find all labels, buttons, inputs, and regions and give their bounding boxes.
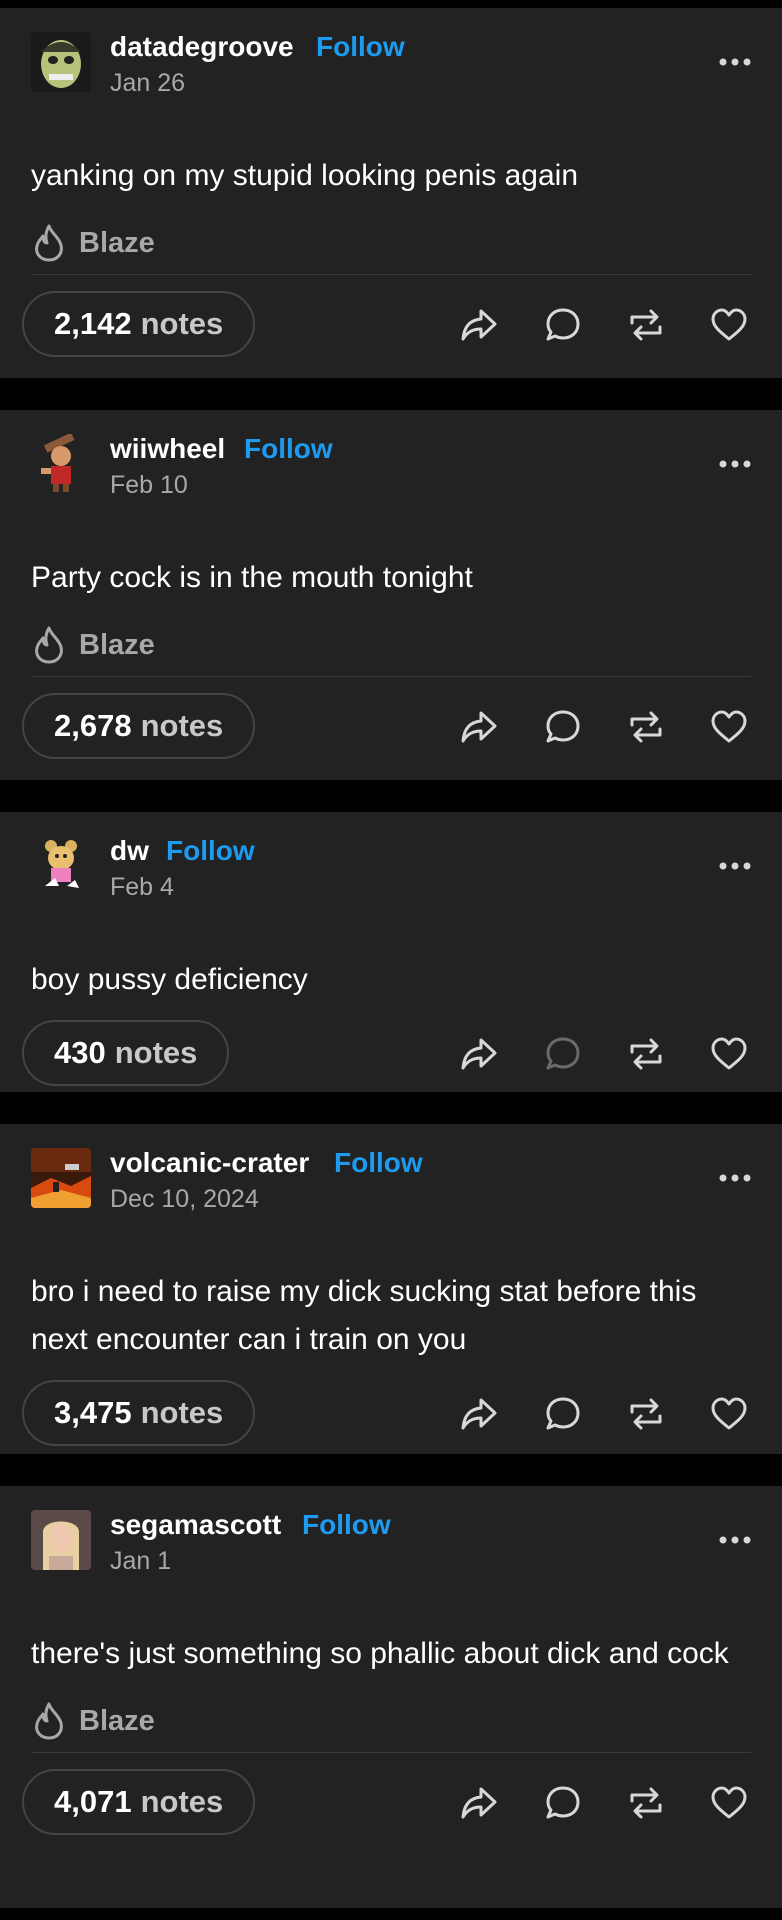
flame-icon bbox=[35, 1702, 63, 1740]
reblog-icon[interactable] bbox=[626, 1783, 666, 1823]
username[interactable]: wiiwheel bbox=[110, 432, 225, 466]
post-footer: 4,071 notes bbox=[0, 1753, 782, 1857]
post-card: datadegroove Follow Jan 26 yanking on my… bbox=[0, 8, 782, 378]
share-arrow-icon[interactable] bbox=[459, 305, 499, 345]
notes-button[interactable]: 3,475 notes bbox=[22, 1380, 256, 1446]
post-header: volcanic-crater Follow Dec 10, 2024 bbox=[0, 1124, 782, 1220]
reblog-icon[interactable] bbox=[626, 305, 666, 345]
post-header: wiiwheel Follow Feb 10 bbox=[0, 410, 782, 506]
more-options-icon[interactable] bbox=[718, 1168, 752, 1188]
post-date: Feb 10 bbox=[110, 471, 188, 499]
notes-count: 3,475 bbox=[54, 1395, 132, 1430]
follow-button[interactable]: Follow bbox=[166, 834, 255, 868]
notes-label: notes bbox=[140, 306, 224, 341]
post-card: wiiwheel Follow Feb 10 Party cock is in … bbox=[0, 410, 782, 780]
more-options-icon[interactable] bbox=[718, 454, 752, 474]
follow-button[interactable]: Follow bbox=[244, 432, 333, 466]
post-text: bro i need to raise my dick sucking stat… bbox=[31, 1275, 697, 1356]
avatar[interactable] bbox=[31, 32, 91, 92]
post-footer: 3,475 notes bbox=[0, 1364, 782, 1468]
flame-icon bbox=[35, 224, 63, 262]
post-text: there's just something so phallic about … bbox=[31, 1637, 729, 1670]
avatar[interactable] bbox=[31, 1510, 91, 1570]
share-arrow-icon[interactable] bbox=[459, 1783, 499, 1823]
blaze-label: Blaze bbox=[79, 1704, 155, 1737]
post-card: dw Follow Feb 4 boy pussy deficiency 430… bbox=[0, 812, 782, 1092]
share-arrow-icon[interactable] bbox=[459, 1034, 499, 1074]
avatar[interactable] bbox=[31, 1148, 91, 1208]
flame-icon bbox=[35, 626, 63, 664]
notes-button[interactable]: 430 notes bbox=[22, 1020, 230, 1086]
post-header: datadegroove Follow Jan 26 bbox=[0, 8, 782, 104]
heart-icon[interactable] bbox=[709, 305, 749, 345]
follow-button[interactable]: Follow bbox=[334, 1146, 423, 1180]
heart-icon[interactable] bbox=[709, 1783, 749, 1823]
notes-count: 2,142 bbox=[54, 306, 132, 341]
follow-button[interactable]: Follow bbox=[316, 30, 405, 64]
post-date: Dec 10, 2024 bbox=[110, 1185, 259, 1213]
reblog-icon[interactable] bbox=[626, 1034, 666, 1074]
follow-button[interactable]: Follow bbox=[302, 1508, 391, 1542]
avatar[interactable] bbox=[31, 434, 91, 494]
notes-count: 2,678 bbox=[54, 708, 132, 743]
username[interactable]: datadegroove bbox=[110, 30, 294, 64]
share-arrow-icon[interactable] bbox=[459, 707, 499, 747]
post-footer: 2,142 notes bbox=[0, 275, 782, 379]
avatar[interactable] bbox=[31, 836, 91, 896]
username[interactable]: dw bbox=[110, 834, 149, 868]
blaze-row[interactable]: Blaze bbox=[31, 614, 751, 677]
more-options-icon[interactable] bbox=[718, 52, 752, 72]
blaze-label: Blaze bbox=[79, 226, 155, 259]
share-arrow-icon[interactable] bbox=[459, 1394, 499, 1434]
username[interactable]: volcanic-crater bbox=[110, 1146, 309, 1180]
speech-bubble-icon[interactable] bbox=[543, 305, 583, 345]
post-date: Feb 4 bbox=[110, 873, 174, 901]
post-header: dw Follow Feb 4 bbox=[0, 812, 782, 908]
more-options-icon[interactable] bbox=[718, 1530, 752, 1550]
post-footer: 2,678 notes bbox=[0, 677, 782, 781]
speech-bubble-icon[interactable] bbox=[543, 1394, 583, 1434]
post-date: Jan 1 bbox=[110, 1547, 172, 1575]
notes-button[interactable]: 4,071 notes bbox=[22, 1769, 256, 1835]
heart-icon[interactable] bbox=[709, 1394, 749, 1434]
heart-icon[interactable] bbox=[709, 1034, 749, 1074]
speech-bubble-icon[interactable] bbox=[543, 707, 583, 747]
heart-icon[interactable] bbox=[709, 707, 749, 747]
more-options-icon[interactable] bbox=[718, 856, 752, 876]
speech-bubble-icon[interactable] bbox=[543, 1783, 583, 1823]
notes-count: 430 bbox=[54, 1035, 106, 1070]
blaze-label: Blaze bbox=[79, 628, 155, 661]
notes-label: notes bbox=[114, 1035, 198, 1070]
post-text: boy pussy deficiency bbox=[31, 963, 308, 996]
blaze-row[interactable]: Blaze bbox=[31, 212, 751, 275]
notes-button[interactable]: 2,678 notes bbox=[22, 693, 256, 759]
notes-label: notes bbox=[140, 708, 224, 743]
dashboard-feed: datadegroove Follow Jan 26 yanking on my… bbox=[0, 0, 782, 1908]
notes-count: 4,071 bbox=[54, 1784, 132, 1819]
notes-label: notes bbox=[140, 1784, 224, 1819]
post-text: yanking on my stupid looking penis again bbox=[31, 159, 579, 192]
post-header: segamascott Follow Jan 1 bbox=[0, 1486, 782, 1582]
post-date: Jan 26 bbox=[110, 69, 186, 97]
notes-button[interactable]: 2,142 notes bbox=[22, 291, 256, 357]
reblog-icon[interactable] bbox=[626, 1394, 666, 1434]
reblog-icon[interactable] bbox=[626, 707, 666, 747]
post-card: segamascott Follow Jan 1 there's just so… bbox=[0, 1486, 782, 1908]
notes-label: notes bbox=[140, 1395, 224, 1430]
post-card: volcanic-crater Follow Dec 10, 2024 bro … bbox=[0, 1124, 782, 1454]
username[interactable]: segamascott bbox=[110, 1508, 281, 1542]
blaze-row[interactable]: Blaze bbox=[31, 1690, 751, 1753]
speech-bubble-icon[interactable] bbox=[543, 1034, 583, 1074]
post-text: Party cock is in the mouth tonight bbox=[31, 561, 473, 594]
post-footer: 430 notes bbox=[0, 1004, 782, 1108]
